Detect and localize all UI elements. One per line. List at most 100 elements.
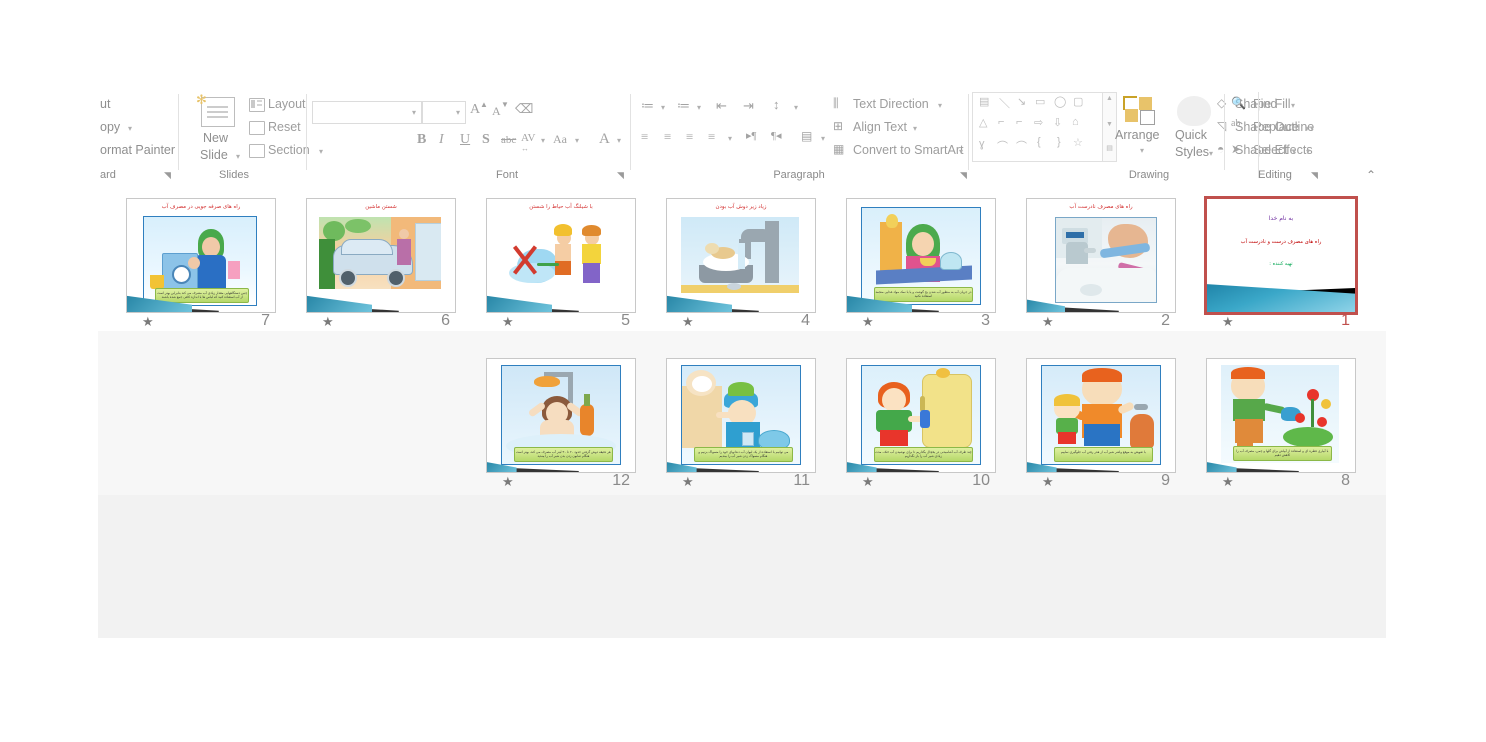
align-text-chevron-down-icon[interactable]: ▾ <box>913 124 917 133</box>
align-text-icon[interactable]: ⊞ <box>833 119 843 134</box>
collapse-ribbon-icon[interactable]: ⌃ <box>1366 168 1376 182</box>
font-name-chevron-down-icon[interactable]: ▾ <box>412 108 416 117</box>
format-painter-button[interactable]: ormat Painter <box>100 143 175 157</box>
align-left-icon[interactable]: ≡ <box>641 129 648 145</box>
new-slide-chevron-down-icon[interactable]: ▾ <box>236 152 240 161</box>
right-arrow-shape-icon[interactable]: ⇨ <box>1034 116 1043 129</box>
reset-icon[interactable] <box>249 121 265 135</box>
convert-to-smartart-icon[interactable]: ▦ <box>833 142 844 157</box>
shapes-more-icon[interactable]: ▤ <box>1105 145 1114 153</box>
increase-font-size-button[interactable]: A <box>470 102 480 118</box>
reset-button[interactable]: Reset <box>268 120 301 134</box>
cut-button[interactable]: ut <box>100 97 110 111</box>
slide-animation-star-icon-9[interactable]: ★ <box>1042 474 1054 490</box>
rounded-rect-shape-icon[interactable]: ▢ <box>1073 95 1083 108</box>
curve-shape-icon[interactable]: ⌒ <box>997 138 1008 154</box>
slide-canvas-2[interactable]: راه های مصرف نادرست آب <box>1026 198 1176 313</box>
quick-styles-chevron-down-icon[interactable]: ▾ <box>1209 149 1213 158</box>
slide-thumbnail-11[interactable]: می توانیم با استفاده از یک لیوان آب دندا… <box>658 358 838 518</box>
change-case-chevron-down-icon[interactable]: ▾ <box>575 136 579 145</box>
slide-thumbnail-10[interactable]: چند ظرف آب آشامیدنی در یخچال بگذاریم تا … <box>838 358 1018 518</box>
quick-styles-button-line2[interactable]: Styles <box>1175 145 1209 159</box>
slide-animation-star-icon-7[interactable]: ★ <box>142 314 154 330</box>
text-direction-icon[interactable]: ⫼ <box>833 96 839 111</box>
numbering-icon[interactable]: ≔ <box>677 98 690 114</box>
slide-animation-star-icon-4[interactable]: ★ <box>682 314 694 330</box>
slide-thumbnail-2[interactable]: راه های مصرف نادرست آب ★ 2 <box>1018 198 1198 358</box>
copy-button[interactable]: opy <box>100 120 120 134</box>
strikethrough-button[interactable]: abc <box>501 134 516 146</box>
rectangle-shape-icon[interactable]: ▭ <box>1035 95 1045 108</box>
quick-styles-icon[interactable] <box>1177 96 1211 126</box>
bullets-chevron-down-icon[interactable]: ▾ <box>661 103 665 112</box>
slide-animation-star-icon-1[interactable]: ★ <box>1222 314 1234 330</box>
slide-animation-star-icon-5[interactable]: ★ <box>502 314 514 330</box>
justify-icon[interactable]: ≡ <box>708 129 715 145</box>
new-slide-button-line1[interactable]: New <box>203 131 228 145</box>
clipboard-dialog-launcher-icon[interactable]: ◥ <box>164 170 174 180</box>
replace-chevron-down-icon[interactable]: ▾ <box>1305 124 1309 133</box>
slide-canvas-12[interactable]: هر دقیقه دوش گرفتن حدود ۲۰ تا ۳۰ لیتر آب… <box>486 358 636 473</box>
elbow-connector-icon[interactable]: ⌐ <box>998 116 1004 128</box>
font-size-input[interactable]: ▾ <box>422 101 466 124</box>
find-icon[interactable]: 🔍 <box>1231 96 1246 111</box>
replace-button[interactable]: Replace <box>1253 120 1299 134</box>
arrow-shape-icon[interactable]: ↘ <box>1017 95 1026 108</box>
justify-chevron-down-icon[interactable]: ▾ <box>728 134 732 143</box>
quick-styles-button-line1[interactable]: Quick <box>1175 128 1207 142</box>
line-spacing-icon[interactable]: ↕ <box>773 97 780 113</box>
ellipse-shape-icon[interactable]: ◯ <box>1054 95 1066 108</box>
font-dialog-launcher-icon[interactable]: ◥ <box>617 170 627 180</box>
slide-canvas-9[interactable]: با تعویض به موقع واشر شیر آب از هدر رفتن… <box>1026 358 1176 473</box>
slide-canvas-4[interactable]: زیاد زیر دوش آب بودن <box>666 198 816 313</box>
slide-canvas-10[interactable]: چند ظرف آب آشامیدنی در یخچال بگذاریم تا … <box>846 358 996 473</box>
section-icon[interactable] <box>249 144 265 158</box>
increase-indent-icon[interactable]: ⇥ <box>743 98 754 114</box>
slide-thumbnail-12[interactable]: هر دقیقه دوش گرفتن حدود ۲۰ تا ۳۰ لیتر آب… <box>478 358 658 518</box>
slide-canvas-3[interactable]: در جریان آب به منظور آب شدن یخ گوشت و یا… <box>846 198 996 313</box>
slide-thumbnail-8[interactable]: با آبیاری قطره ای و استفاده از آبپاش برا… <box>1198 358 1378 518</box>
shapes-gallery-scrollbar[interactable]: ▲ ▼ ▤ <box>1102 92 1117 162</box>
slide-sorter-pane[interactable]: راه های صرفه جویی در مصرف آب چنین دستگاه… <box>98 184 1386 638</box>
convert-to-smartart-button[interactable]: Convert to SmartArt <box>853 143 963 157</box>
text-direction-chevron-down-icon[interactable]: ▾ <box>938 101 942 110</box>
slide-thumbnail-6[interactable]: شستن ماشین ★ 6 <box>298 198 478 358</box>
arrange-chevron-down-icon[interactable]: ▾ <box>1140 146 1144 155</box>
shapes-gallery[interactable]: ▤ ＼ ↘ ▭ ◯ ▢ △ ⌐ ⌐ ⇨ ⇩ ⌂ ɣ ⌒ ⌒ { } ☆ <box>972 92 1104 162</box>
align-center-icon[interactable]: ≡ <box>664 129 671 145</box>
shapes-scroll-up-icon[interactable]: ▲ <box>1105 95 1114 103</box>
new-slide-button-line2[interactable]: Slide <box>200 148 228 162</box>
columns-chevron-down-icon[interactable]: ▾ <box>821 134 825 143</box>
slide-animation-star-icon-2[interactable]: ★ <box>1042 314 1054 330</box>
triangle-shape-icon[interactable]: △ <box>979 116 987 129</box>
slide-thumbnail-1[interactable]: به نام خدا راه های مصرف درست و نادرست آب… <box>1198 196 1378 358</box>
slide-thumbnail-4[interactable]: زیاد زیر دوش آب بودن ★ 4 <box>658 198 838 358</box>
slide-thumbnail-3[interactable]: در جریان آب به منظور آب شدن یخ گوشت و یا… <box>838 198 1018 358</box>
textbox-shape-icon[interactable]: ▤ <box>979 95 989 108</box>
shapes-scroll-down-icon[interactable]: ▼ <box>1105 121 1114 129</box>
slide-animation-star-icon-8[interactable]: ★ <box>1222 474 1234 490</box>
clear-formatting-icon[interactable]: ⌫ <box>515 101 533 117</box>
slide-animation-star-icon-10[interactable]: ★ <box>862 474 874 490</box>
numbering-chevron-down-icon[interactable]: ▾ <box>697 103 701 112</box>
character-spacing-chevron-down-icon[interactable]: ▾ <box>541 136 545 145</box>
select-chevron-down-icon[interactable]: ▾ <box>1292 147 1296 156</box>
slide-animation-star-icon-12[interactable]: ★ <box>502 474 514 490</box>
decrease-indent-icon[interactable]: ⇤ <box>716 98 727 114</box>
arc-shape-icon[interactable]: ⌒ <box>1016 138 1027 154</box>
left-brace-shape-icon[interactable]: { <box>1037 136 1041 148</box>
freeform-shape-icon[interactable]: ɣ <box>979 138 985 150</box>
arrange-button[interactable]: Arrange <box>1115 128 1159 142</box>
decrease-font-size-button[interactable]: A <box>492 104 501 119</box>
right-brace-shape-icon[interactable]: } <box>1057 136 1061 148</box>
align-right-icon[interactable]: ≡ <box>686 129 693 145</box>
select-icon[interactable]: ➤ <box>1231 142 1241 157</box>
rtl-text-direction-icon[interactable]: ¶◂ <box>771 129 782 142</box>
slide-canvas-7[interactable]: راه های صرفه جویی در مصرف آب چنین دستگاه… <box>126 198 276 313</box>
font-size-chevron-down-icon[interactable]: ▾ <box>456 108 460 117</box>
replace-icon[interactable]: ab <box>1231 118 1240 129</box>
slide-thumbnail-7[interactable]: راه های صرفه جویی در مصرف آب چنین دستگاه… <box>118 198 298 358</box>
layout-button[interactable]: Layout <box>268 97 306 111</box>
down-arrow-shape-icon[interactable]: ⇩ <box>1053 116 1062 129</box>
underline-button[interactable]: U <box>460 132 470 148</box>
